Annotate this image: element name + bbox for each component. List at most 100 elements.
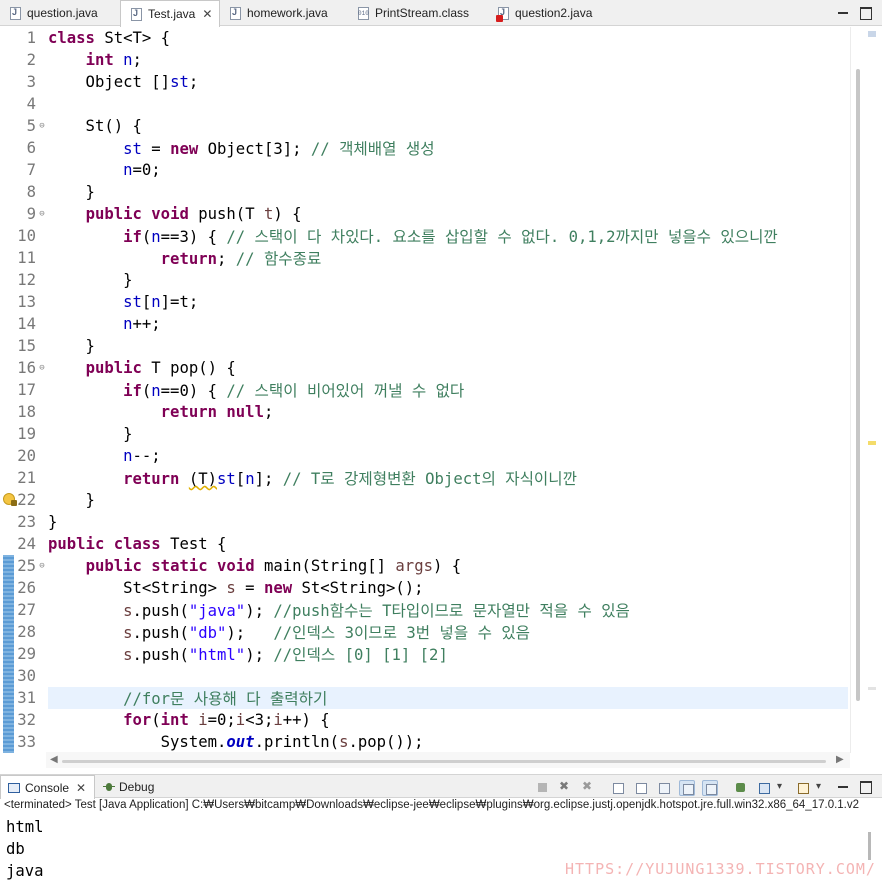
line-number: 22 (17, 491, 36, 509)
overview-ruler-mark[interactable] (868, 687, 876, 690)
debug-icon (103, 781, 115, 793)
tab-test-java[interactable]: Test.java ✕ (120, 0, 220, 27)
tab-homework-java[interactable]: homework.java (220, 0, 348, 26)
code-line: 25 ⊖ public static void main(String[] arg… (0, 555, 778, 577)
code-line: 9 ⊖ public void push(T t) { (0, 203, 778, 225)
java-file-icon (230, 6, 241, 20)
line-number: 24 (17, 535, 36, 553)
java-file-icon (10, 6, 21, 20)
scroll-lock-icon[interactable] (633, 780, 649, 796)
console-output[interactable]: html db java (6, 816, 44, 882)
code-line: 30 (0, 665, 778, 687)
code-text: int n; (85, 51, 142, 69)
tab-label: homework.java (247, 6, 328, 20)
chevron-down-icon[interactable] (813, 780, 829, 796)
code-line: 29 s.push("html"); //인덱스 [0] [1] [2] (0, 643, 778, 665)
code-line: 11 return; // 함수종료 (0, 247, 778, 269)
java-file-icon (131, 7, 142, 21)
code-editor[interactable]: 1 class St<T> { 2 int n; 3 Object []st; 4… (0, 27, 882, 753)
code-line: 13 st[n]=t; (0, 291, 778, 313)
code-lines: 1 class St<T> { 2 int n; 3 Object []st; 4… (0, 27, 778, 753)
code-line: 12 } (0, 269, 778, 291)
line-number: 18 (17, 403, 36, 421)
class-file-icon (358, 6, 369, 20)
close-icon[interactable]: ✕ (76, 781, 86, 795)
code-text: return; // 함수종료 (160, 250, 322, 268)
collapse-icon[interactable]: ⊖ (36, 561, 48, 571)
line-number: 2 (26, 51, 36, 69)
line-number: 5 (26, 117, 36, 135)
collapse-icon[interactable]: ⊖ (36, 121, 48, 131)
code-line: 31 //for문 사용해 다 출력하기 (0, 687, 778, 709)
tab-console[interactable]: Console ✕ (0, 775, 95, 799)
code-text: Object []st; (48, 73, 199, 91)
line-number: 4 (26, 95, 36, 113)
code-line: 15 } (0, 335, 778, 357)
code-line: 26 St<String> s = new St<String>(); (0, 577, 778, 599)
code-line: 1 class St<T> { (0, 27, 778, 49)
overview-ruler-mark[interactable] (868, 31, 876, 37)
code-line: 22 } (0, 489, 778, 511)
terminate-icon[interactable] (535, 780, 551, 796)
console-scroll-thumb[interactable] (868, 832, 871, 860)
show-on-stderr-icon[interactable] (702, 780, 718, 796)
vertical-scroll-thumb[interactable] (856, 69, 860, 701)
line-number: 26 (17, 579, 36, 597)
scroll-left-icon[interactable]: ◀ (50, 754, 58, 765)
code-text: St<String> s = new St<String>(); (48, 579, 424, 597)
code-text: System.out.println(s.pop()); (48, 733, 424, 751)
pin-console-icon[interactable] (733, 780, 749, 796)
editor-tab-bar: question.java Test.java ✕ homework.java … (0, 0, 882, 27)
remove-launch-icon[interactable] (557, 779, 573, 796)
code-text: public void push(T t) { (85, 205, 302, 223)
code-text: n=0; (123, 161, 161, 179)
line-number: 30 (17, 667, 36, 685)
chevron-down-icon[interactable] (774, 780, 790, 796)
line-number: 9 (26, 205, 36, 223)
launch-status: <terminated> Test [Java Application] C:₩… (4, 799, 860, 811)
code-text: class St<T> { (48, 29, 171, 47)
code-line: 33 System.out.println(s.pop()); (0, 731, 778, 753)
code-line: 20 n--; (0, 445, 778, 467)
collapse-icon[interactable]: ⊖ (36, 209, 48, 219)
line-number: 12 (17, 271, 36, 289)
clear-console-icon[interactable] (610, 780, 626, 796)
code-line: 8 } (0, 181, 778, 203)
line-number: 32 (17, 711, 36, 729)
line-number: 27 (17, 601, 36, 619)
tab-debug[interactable]: Debug (97, 775, 167, 799)
tab-printstream-class[interactable]: PrintStream.class (348, 0, 488, 26)
tab-question-java[interactable]: question.java (0, 0, 120, 26)
code-text: public T pop() { (85, 359, 236, 377)
line-number: 16 (17, 359, 36, 377)
minimize-icon[interactable] (836, 5, 850, 19)
word-wrap-icon[interactable] (656, 780, 672, 796)
output-line: java (6, 862, 44, 880)
remove-all-terminated-icon[interactable] (580, 779, 596, 796)
collapse-icon[interactable]: ⊖ (36, 363, 48, 373)
show-on-stdout-icon[interactable] (679, 780, 695, 796)
scroll-right-icon[interactable]: ▶ (836, 754, 844, 765)
line-number: 21 (17, 469, 36, 487)
code-line: 32 for(int i=0;i<3;i++) { (0, 709, 778, 731)
vertical-scrollbar[interactable] (850, 27, 882, 753)
maximize-icon[interactable] (858, 5, 872, 20)
line-number: 33 (17, 733, 36, 751)
maximize-icon[interactable] (858, 779, 872, 794)
code-text: //for문 사용해 다 출력하기 (123, 690, 328, 708)
line-number: 23 (17, 513, 36, 531)
code-text: } (48, 271, 133, 289)
code-line: 24 public class Test { (0, 533, 778, 555)
horizontal-scroll-thumb[interactable] (62, 760, 826, 763)
warning-ruler-mark[interactable] (868, 441, 876, 445)
tab-question2-java[interactable]: question2.java (488, 0, 618, 26)
open-console-icon[interactable] (795, 780, 811, 796)
display-console-icon[interactable] (756, 780, 772, 796)
close-icon[interactable]: ✕ (202, 7, 212, 21)
code-text: if(n==3) { // 스택이 다 차있다. 요소를 삽입할 수 없다. 0… (123, 228, 778, 246)
code-line: 23} (0, 511, 778, 533)
minimize-icon[interactable] (836, 779, 850, 793)
code-text: } (48, 513, 58, 531)
code-line: 4 (0, 93, 778, 115)
code-text: st = new Object[3]; // 객체배열 생성 (123, 140, 435, 158)
